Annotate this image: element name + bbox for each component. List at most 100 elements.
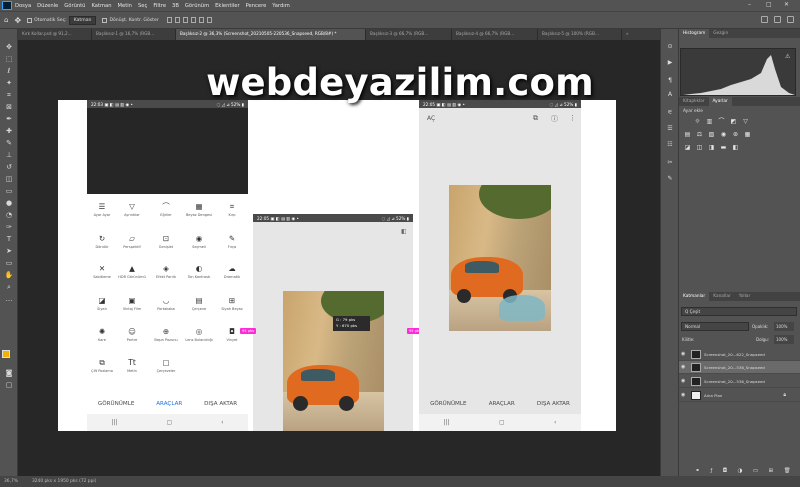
tab-paths[interactable]: Yollar xyxy=(735,292,754,301)
doc-tab-5[interactable]: Başlıksız-4 @ 66,7% (RGB... xyxy=(452,29,538,40)
properties-icon[interactable]: ⚟ xyxy=(666,109,674,116)
blend-mode-dropdown[interactable]: Normal xyxy=(681,322,749,331)
share-icon[interactable] xyxy=(787,16,794,23)
menu-help[interactable]: Yardım xyxy=(272,3,289,9)
tab-libraries[interactable]: Kitaplıklar xyxy=(679,97,709,106)
tabs-overflow-icon[interactable]: » xyxy=(622,29,642,40)
mask-icon[interactable]: ◘ xyxy=(723,468,727,475)
dodge-tool-icon[interactable]: ◔ xyxy=(4,211,14,219)
path-select-icon[interactable]: ➤ xyxy=(4,247,14,255)
auto-select-dropdown[interactable]: Katman xyxy=(68,15,97,25)
tab-layers[interactable]: Katmanlar xyxy=(679,292,710,301)
menu-file[interactable]: Dosya xyxy=(15,3,31,9)
frame-tool-icon[interactable]: ⊠ xyxy=(4,103,14,111)
menu-image[interactable]: Görüntü xyxy=(64,3,85,9)
tool-item-16[interactable]: ▣ Vintaj Film xyxy=(117,296,147,311)
menu-window[interactable]: Pencere xyxy=(246,3,267,9)
recent-apps-icon[interactable]: ||| xyxy=(444,419,450,426)
layer-row-background[interactable]: ◉ Arka Plan 🔒︎ xyxy=(679,389,800,402)
recent-apps-icon[interactable]: ||| xyxy=(111,419,117,426)
exposure-icon[interactable]: ◩ xyxy=(730,118,737,125)
tool-item-21[interactable]: ☺ Portre xyxy=(117,327,147,342)
adjust-icon[interactable]: ☰ xyxy=(666,125,674,132)
tools-icon[interactable]: ✂ xyxy=(666,159,674,166)
tab-histogram[interactable]: Histogram xyxy=(679,29,710,38)
quick-mask-icon[interactable]: ◙ xyxy=(4,369,14,377)
minimize-button[interactable]: – xyxy=(748,1,751,8)
tab-adjustments[interactable]: Ayarlar xyxy=(708,97,732,106)
tab-looks[interactable]: GÖRÜNÜMLE xyxy=(430,401,466,407)
tool-item-23[interactable]: ◎ Lens Bulanıklığı xyxy=(184,327,214,342)
info-icon[interactable]: ⓘ xyxy=(551,114,558,124)
more-vert-icon[interactable]: ⋮ xyxy=(569,114,576,122)
menu-plugins[interactable]: Eklentiler xyxy=(215,3,239,9)
doc-tab-1[interactable]: Kırk Kollar.psd @ 91,2... xyxy=(18,29,92,40)
workspace-icon[interactable] xyxy=(774,16,781,23)
tool-item-13[interactable]: ◐ Ton Kontrastı xyxy=(184,264,214,279)
doc-tab-4[interactable]: Başlıksız-3 @ 66,7% (RGB... xyxy=(366,29,452,40)
lasso-tool-icon[interactable]: ℓ xyxy=(4,67,14,75)
align-middle-icon[interactable] xyxy=(198,17,204,23)
layer-row-1[interactable]: ◉ Screenshot_20...622_Snapseed xyxy=(679,348,800,361)
tab-channels[interactable]: Kanallar xyxy=(709,292,735,301)
move-tool-icon[interactable]: ✥ xyxy=(4,43,14,51)
crop-tool-icon[interactable]: ⌗ xyxy=(4,91,14,99)
tool-item-27[interactable]: ▢ Çerçeveler xyxy=(151,358,181,373)
type-tool-icon[interactable]: T xyxy=(4,235,14,243)
black-white-icon[interactable]: ▧ xyxy=(708,131,715,138)
zoom-tool-icon[interactable]: ⌕ xyxy=(4,283,14,291)
search-icon[interactable] xyxy=(761,16,768,23)
tool-item-9[interactable]: ✎ Fırça xyxy=(217,234,247,249)
back-button-icon[interactable]: ‹ xyxy=(221,419,223,426)
auto-select-checkbox[interactable] xyxy=(27,17,33,23)
eyedropper-icon[interactable]: ✒ xyxy=(4,115,14,123)
move-tool-icon[interactable]: ✥ xyxy=(14,16,21,25)
transform-checkbox[interactable] xyxy=(102,17,108,23)
adjustment-layer-icon[interactable]: ◑ xyxy=(738,468,743,475)
tool-item-0[interactable]: ☰ Ayar Ayar xyxy=(87,202,117,217)
tool-item-11[interactable]: ▲ HDR Görünümü xyxy=(117,264,147,279)
home-icon[interactable]: ⌂ xyxy=(4,16,8,24)
tool-item-19[interactable]: ⊞ Siyah Beyaz xyxy=(217,296,247,311)
brush-tool-icon[interactable]: ✎ xyxy=(4,139,14,147)
home-button-icon[interactable]: ▢ xyxy=(166,419,172,426)
trash-icon[interactable]: 🗑︎ xyxy=(784,468,791,475)
threshold-icon[interactable]: ◨ xyxy=(708,144,715,151)
tool-item-14[interactable]: ☁ Dramatik xyxy=(217,264,247,279)
layers-icon[interactable]: ⧉ xyxy=(533,114,538,123)
invert-icon[interactable]: ◪ xyxy=(684,144,691,151)
maximize-button[interactable]: □ xyxy=(766,1,772,8)
link-icon[interactable]: ⚭ xyxy=(695,468,700,475)
tool-item-3[interactable]: ▦ Beyaz Dengesi xyxy=(184,202,214,217)
history-brush-icon[interactable]: ↺ xyxy=(4,163,14,171)
tab-tools[interactable]: ARAÇLAR xyxy=(156,401,182,407)
zoom-level[interactable]: 36,7% xyxy=(4,479,18,484)
tab-export[interactable]: DIŞA AKTAR xyxy=(537,401,570,407)
tab-looks[interactable]: GÖRÜNÜMLE xyxy=(98,401,134,407)
layer-row-2-selected[interactable]: ◉ Screenshot_20...536_Snapseed xyxy=(679,361,800,374)
rectangle-tool-icon[interactable]: ▭ xyxy=(4,259,14,267)
gradient-tool-icon[interactable]: ▭ xyxy=(4,187,14,195)
tool-item-18[interactable]: ▤ Çerçeve xyxy=(184,296,214,311)
menu-filter[interactable]: Filtre xyxy=(153,3,166,9)
tab-tools[interactable]: ARAÇLAR xyxy=(489,401,515,407)
layer-row-3[interactable]: ◉ Screenshot_20...536_Snapseed xyxy=(679,375,800,388)
brush-settings-icon[interactable]: ✎ xyxy=(666,175,674,182)
tab-navigator[interactable]: Gezgin xyxy=(709,29,732,38)
pen-tool-icon[interactable]: ✑ xyxy=(4,223,14,231)
fx-icon[interactable]: ƒ xyxy=(710,468,712,475)
channel-mixer-icon[interactable]: ⊛ xyxy=(732,131,739,138)
tool-item-26[interactable]: Tt Metin xyxy=(117,358,147,373)
eye-icon[interactable]: ◉ xyxy=(681,364,688,370)
tool-item-17[interactable]: ◡ Portakaba xyxy=(151,296,181,311)
character-icon[interactable]: A xyxy=(666,91,674,98)
transform-controls-option[interactable]: Dönüşt. Kontr. Göster xyxy=(102,17,159,23)
new-layer-icon[interactable]: ⊞ xyxy=(769,468,774,475)
hue-icon[interactable]: ▤ xyxy=(684,131,691,138)
play-icon[interactable]: ▶ xyxy=(666,59,674,66)
align-right-icon[interactable] xyxy=(182,17,188,23)
menu-edit[interactable]: Düzenle xyxy=(37,3,58,9)
selective-color-icon[interactable]: ◧ xyxy=(732,144,739,151)
doc-tab-2[interactable]: Başlıksız-1 @ 16,7% (RGB... xyxy=(92,29,176,40)
clone-stamp-icon[interactable]: ⊥ xyxy=(4,151,14,159)
